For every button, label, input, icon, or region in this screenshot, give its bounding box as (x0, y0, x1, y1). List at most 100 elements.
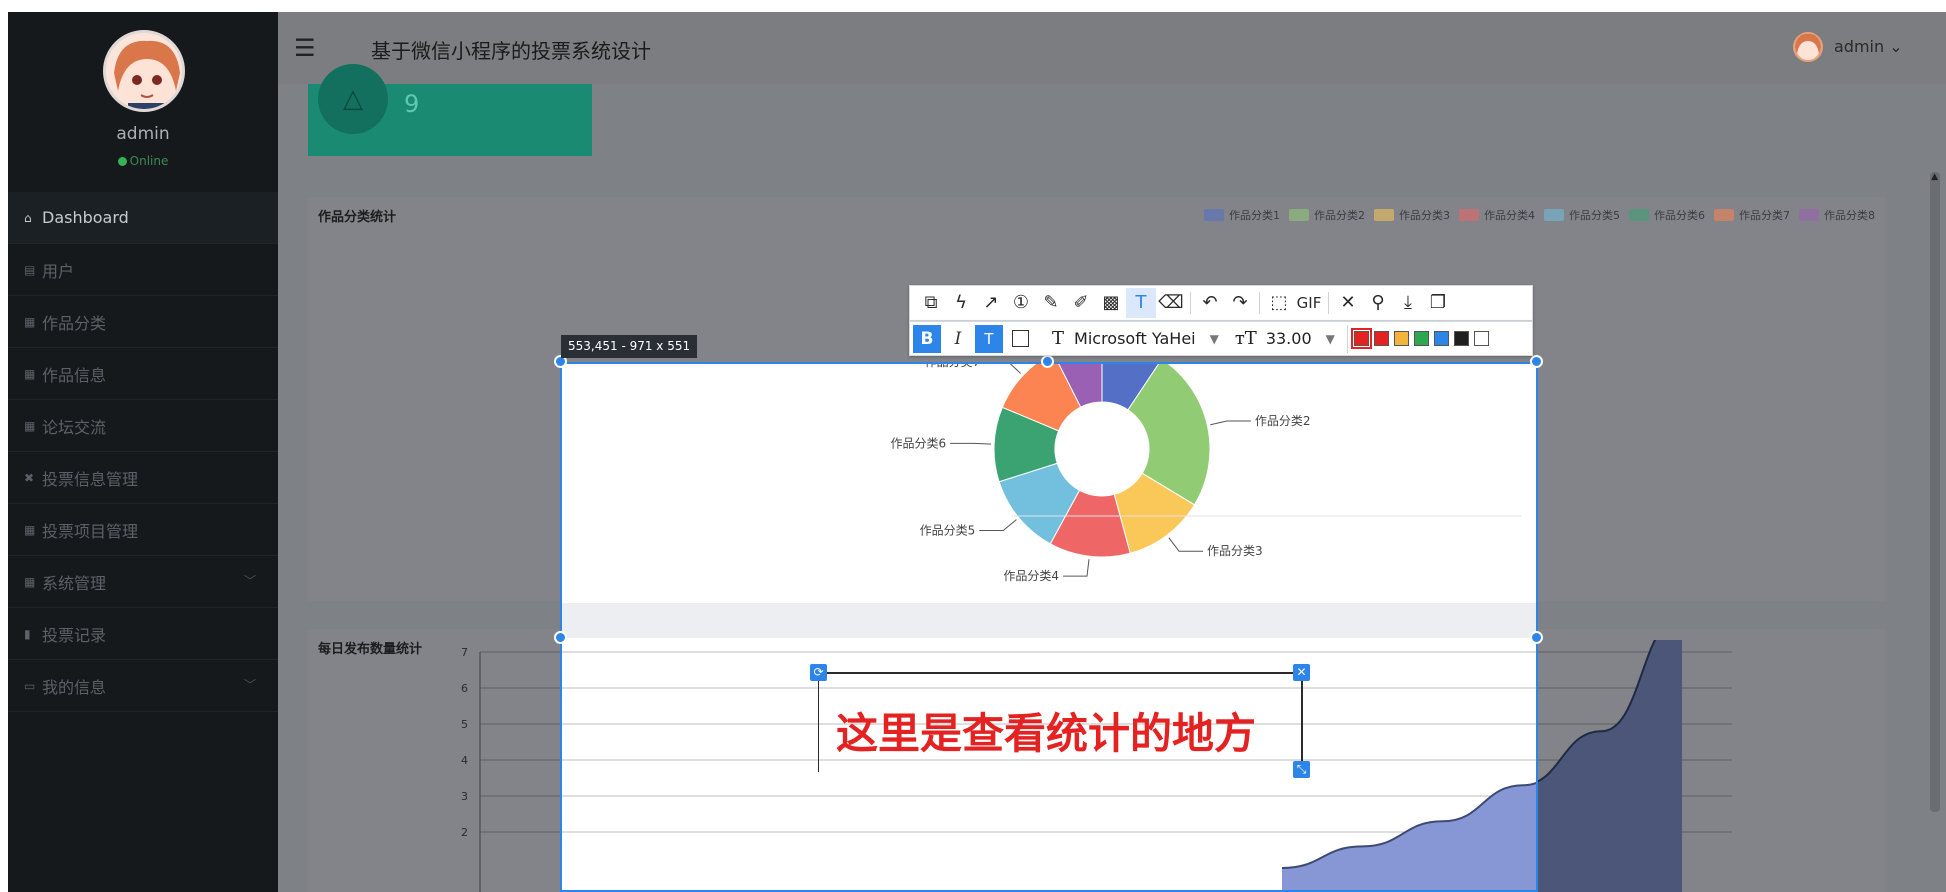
legend-swatch (1289, 209, 1309, 221)
font-family-value: Microsoft YaHei (1074, 329, 1196, 348)
y-tick-label: 5 (461, 718, 468, 731)
sidebar-menu: ⌂ Dashboard ▤ 用户 ▦ 作品分类 ▦ 作品信息 ▦ 论坛交流 ✖ 投票信息管理… (8, 192, 278, 712)
text-annotation[interactable]: 这里是查看统计的地方 (818, 672, 1303, 772)
grid-icon: ▦ (24, 418, 36, 433)
color-swatch[interactable] (1473, 331, 1489, 346)
sidebar-item-label: 用户 (42, 261, 75, 281)
resize-handle[interactable] (1041, 355, 1054, 368)
legend-item[interactable]: 作品分类5 (1544, 207, 1620, 223)
resize-handle[interactable] (1530, 631, 1543, 644)
legend-label: 作品分类6 (1654, 209, 1705, 222)
text-outline-button[interactable]: T (975, 324, 1003, 353)
download-icon[interactable]: ⤓ (1393, 288, 1423, 318)
sidebar-item-label: 投票信息管理 (42, 469, 139, 489)
legend-item[interactable]: 作品分类8 (1799, 207, 1875, 223)
dropdown-arrow-icon: ▼ (1325, 331, 1335, 346)
legend-swatch (1629, 209, 1649, 221)
header-user-menu[interactable]: admin ⌄ (1834, 37, 1903, 56)
legend-item[interactable]: 作品分类2 (1289, 207, 1365, 223)
sidebar-item-work-info[interactable]: ▦ 作品信息 (8, 348, 278, 400)
gif-button[interactable]: GIF (1294, 288, 1324, 318)
panel-gap (562, 603, 1536, 638)
online-dot-icon (117, 157, 127, 166)
shape-tool-icon[interactable]: ⧉ (916, 288, 946, 318)
sidebar-item-vote-records[interactable]: ▮ 投票记录 (8, 608, 278, 660)
color-swatch[interactable] (1413, 331, 1429, 346)
sidebar-item-dashboard[interactable]: ⌂ Dashboard (8, 192, 278, 244)
y-tick-label: 6 (461, 682, 468, 695)
legend-swatch (1204, 209, 1224, 221)
sidebar-item-vote-info[interactable]: ✖ 投票信息管理 (8, 452, 278, 504)
legend-label: 作品分类1 (1229, 209, 1280, 222)
sidebar-item-label: Dashboard (42, 208, 129, 227)
stat-value: 9 (404, 90, 420, 118)
pin-icon[interactable]: ⚲ (1363, 288, 1393, 318)
rotate-handle-icon[interactable]: ⟳ (810, 664, 827, 681)
sidebar-item-label: 我的信息 (42, 677, 107, 697)
dropdown-arrow-icon: ▼ (1209, 331, 1219, 346)
delete-annotation-icon[interactable]: ✕ (1293, 664, 1310, 681)
arrow-tool-icon[interactable]: ↗ (976, 288, 1006, 318)
avatar-icon (114, 40, 180, 109)
text-tool-icon[interactable]: T (1126, 288, 1156, 318)
user-status: Online (8, 154, 278, 168)
header-avatar[interactable] (1793, 32, 1823, 62)
menu-toggle-icon[interactable]: ☰ (294, 34, 316, 62)
sidebar-item-forum[interactable]: ▦ 论坛交流 (8, 400, 278, 452)
scroll-up-icon[interactable]: ▲ (1931, 172, 1938, 182)
panel-title: 作品分类统计 (318, 210, 397, 225)
legend-item[interactable]: 作品分类3 (1374, 207, 1450, 223)
home-icon: ⌂ (24, 210, 32, 225)
color-swatch[interactable] (1453, 331, 1469, 346)
legend-item[interactable]: 作品分类6 (1629, 207, 1705, 223)
sidebar-item-users[interactable]: ▤ 用户 (8, 244, 278, 296)
redo-icon[interactable]: ↷ (1225, 288, 1255, 318)
user-avatar[interactable] (103, 30, 185, 112)
pie-slice-label: 作品分类2 (1255, 414, 1311, 428)
legend-item[interactable]: 作品分类4 (1459, 207, 1535, 223)
y-tick-label: 7 (461, 646, 468, 659)
toolbar-divider (1328, 292, 1329, 314)
marker-tool-icon[interactable]: ✐ (1066, 288, 1096, 318)
font-family-select[interactable]: T Microsoft YaHei ▼ (1052, 328, 1219, 349)
italic-button[interactable]: I (944, 325, 972, 353)
screen: admin Online ⌂ Dashboard ▤ 用户 ▦ 作品分类 ▦ 作品信息 … (0, 0, 1946, 892)
resize-handle[interactable] (554, 631, 567, 644)
resize-handle[interactable] (1530, 355, 1543, 368)
font-size-value: 33.00 (1265, 329, 1312, 348)
copy-icon[interactable]: ❐ (1423, 288, 1453, 318)
annotation-text[interactable]: 这里是查看统计的地方 (836, 700, 1256, 761)
sidebar-item-system[interactable]: ▦ 系统管理 ﹀ (8, 556, 278, 608)
text-background-button[interactable] (1006, 325, 1034, 353)
color-swatch[interactable] (1393, 331, 1409, 346)
text-format-toolbar: B I T T Microsoft YaHei ▼ ᴛT 33.00 ▼ (909, 321, 1533, 356)
capture-selection[interactable]: 作品分类2作品分类3作品分类4作品分类5作品分类6作品分类7 234567 (560, 362, 1538, 892)
legend-item[interactable]: 作品分类7 (1714, 207, 1790, 223)
polyline-tool-icon[interactable]: ϟ (946, 288, 976, 318)
scrollbar[interactable] (1930, 172, 1940, 812)
resize-annotation-icon[interactable]: ⤡ (1293, 761, 1310, 778)
sidebar-item-vote-project[interactable]: ▦ 投票项目管理 (8, 504, 278, 556)
pencil-tool-icon[interactable]: ✎ (1036, 288, 1066, 318)
annotation-frame (1301, 672, 1303, 772)
sidebar-item-label: 作品分类 (42, 313, 107, 333)
font-size-select[interactable]: ᴛT 33.00 ▼ (1235, 328, 1335, 349)
legend-label: 作品分类7 (1739, 209, 1790, 222)
bold-button[interactable]: B (913, 324, 941, 353)
long-screenshot-icon[interactable]: ⬚ (1264, 288, 1294, 318)
number-marker-icon[interactable]: ① (1006, 288, 1036, 318)
toolbar-divider (1259, 292, 1260, 314)
legend-swatch (1544, 209, 1564, 221)
user-status-text: Online (129, 154, 169, 168)
color-swatch[interactable] (1373, 331, 1389, 346)
sidebar-item-my-info[interactable]: ▭ 我的信息 ﹀ (8, 660, 278, 712)
sidebar-item-work-category[interactable]: ▦ 作品分类 (8, 296, 278, 348)
legend-label: 作品分类8 (1824, 209, 1875, 222)
legend-item[interactable]: 作品分类1 (1204, 207, 1280, 223)
close-icon[interactable]: ✕ (1333, 288, 1363, 318)
mosaic-tool-icon[interactable]: ▩ (1096, 288, 1126, 318)
eraser-tool-icon[interactable]: ⌫ (1156, 288, 1186, 318)
color-swatch[interactable] (1433, 331, 1449, 346)
color-swatch[interactable] (1350, 328, 1372, 349)
undo-icon[interactable]: ↶ (1195, 288, 1225, 318)
